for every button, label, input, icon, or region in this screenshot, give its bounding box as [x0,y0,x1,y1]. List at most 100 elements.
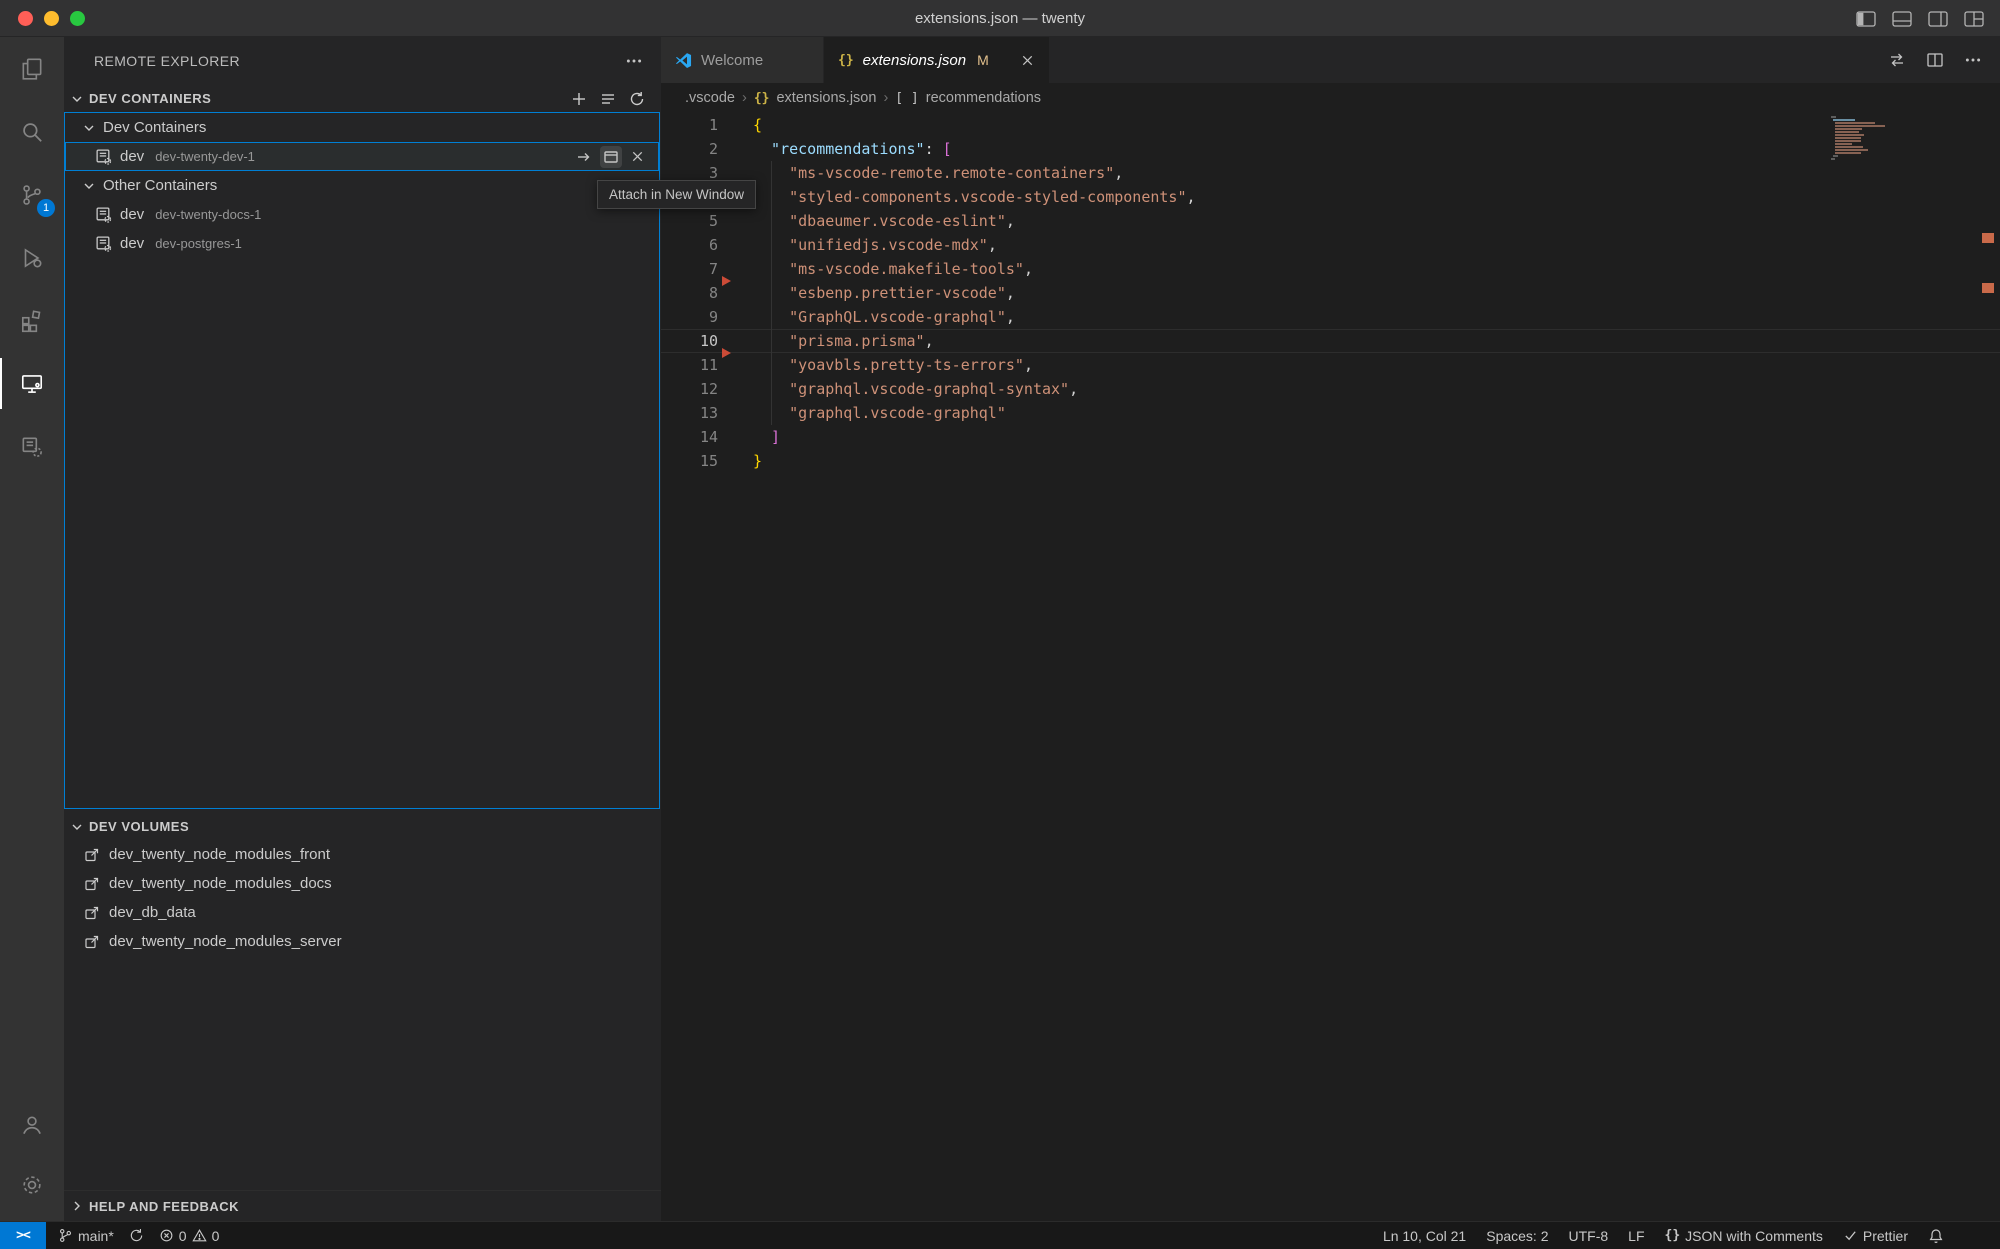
show-details-icon[interactable] [600,91,616,107]
code-line[interactable]: 13 "graphql.vscode-graphql" [661,401,2000,425]
tab-label: Welcome [701,52,763,69]
line-number[interactable]: 5 [661,209,718,233]
line-number[interactable]: 14 [661,425,718,449]
container-name: dev [120,206,144,223]
git-modified-badge: M [977,52,989,68]
line-number[interactable]: 8 [661,281,718,305]
code-line[interactable]: 15} [661,449,2000,473]
extensions-icon[interactable] [0,289,64,352]
container-row-dev-postgres-1[interactable]: dev dev-postgres-1 [65,229,659,258]
vscode-window: extensions.json — twenty 1 [0,0,2000,1249]
tab-welcome[interactable]: Welcome [661,37,824,83]
volume-row[interactable]: dev_db_data [64,898,661,927]
code-line[interactable]: 6 "unifiedjs.vscode-mdx", [661,233,2000,257]
run-debug-icon[interactable] [0,226,64,289]
line-number[interactable]: 13 [661,401,718,425]
new-dev-container-icon[interactable] [571,91,587,107]
tree-group-other-containers[interactable]: Other Containers [65,171,659,200]
toggle-panel-icon[interactable] [1892,11,1912,27]
code-line[interactable]: 9 "GraphQL.vscode-graphql", [661,305,2000,329]
close-tab-icon[interactable] [1020,53,1035,68]
volume-row[interactable]: dev_twenty_node_modules_docs [64,869,661,898]
line-number[interactable]: 1 [661,113,718,137]
line-number[interactable]: 10 [661,329,718,353]
line-number[interactable]: 7 [661,257,718,281]
toggle-secondary-sidebar-icon[interactable] [1928,11,1948,27]
attach-in-new-window-icon[interactable] [600,146,622,168]
tab-bar: Welcome {} extensions.json M [661,37,2000,83]
git-branch-status[interactable]: main* [58,1228,114,1244]
line-number[interactable]: 6 [661,233,718,257]
container-desc: dev-twenty-dev-1 [155,149,255,164]
container-row-dev-twenty-dev-1[interactable]: dev dev-twenty-dev-1 [65,142,659,171]
indentation-status[interactable]: Spaces: 2 [1486,1228,1548,1244]
code-line[interactable]: 7 "ms-vscode.makefile-tools", [661,257,2000,281]
remote-indicator[interactable]: >< [0,1222,46,1249]
volume-icon [84,876,100,892]
close-window-button[interactable] [18,11,33,26]
attach-to-container-icon[interactable] [576,149,592,165]
sync-changes-status[interactable] [129,1228,144,1243]
line-number[interactable]: 2 [661,137,718,161]
encoding-status[interactable]: UTF-8 [1569,1228,1609,1244]
line-number[interactable]: 15 [661,449,718,473]
cursor-position-status[interactable]: Ln 10, Col 21 [1383,1228,1466,1244]
containers-icon[interactable] [0,415,64,478]
code-line[interactable]: 12 "graphql.vscode-graphql-syntax", [661,377,2000,401]
notifications-bell-icon[interactable] [1928,1228,1944,1244]
source-control-icon[interactable]: 1 [0,163,64,226]
tree-group-dev-containers[interactable]: Dev Containers [65,113,659,142]
more-actions-icon[interactable] [1964,51,1982,69]
breadcrumb-folder[interactable]: .vscode [685,90,735,106]
minimap[interactable] [1829,115,1891,163]
code-line[interactable]: 3 "ms-vscode-remote.remote-containers", [661,161,2000,185]
code-editor[interactable]: 1{ 2 "recommendations": [ 3 "ms-vscode-r… [661,113,2000,1221]
volume-row[interactable]: dev_twenty_node_modules_server [64,927,661,956]
formatter-status[interactable]: Prettier [1843,1228,1908,1244]
editor-group: Welcome {} extensions.json M .vscode › {… [661,37,2000,1221]
problems-status[interactable]: 0 0 [159,1228,220,1244]
gutter-marker-icon [722,348,731,358]
breadcrumb-symbol[interactable]: recommendations [926,90,1041,106]
container-row-dev-twenty-docs-1[interactable]: dev dev-twenty-docs-1 [65,200,659,229]
code-line[interactable]: 11 "yoavbls.pretty-ts-errors", [661,353,2000,377]
accounts-icon[interactable] [0,1095,64,1155]
chevron-down-icon [82,121,96,135]
code-line[interactable]: 5 "dbaeumer.vscode-eslint", [661,209,2000,233]
refresh-icon[interactable] [629,91,645,107]
explorer-icon[interactable] [0,37,64,100]
breadcrumb-file[interactable]: extensions.json [776,90,876,106]
section-label: DEV CONTAINERS [89,91,211,106]
line-number[interactable]: 9 [661,305,718,329]
volume-label: dev_twenty_node_modules_docs [109,875,332,892]
line-number[interactable]: 12 [661,377,718,401]
language-mode-status[interactable]: {} JSON with Comments [1665,1228,1823,1244]
settings-gear-icon[interactable] [0,1155,64,1215]
section-dev-containers[interactable]: DEV CONTAINERS [64,85,661,112]
line-number[interactable]: 11 [661,353,718,377]
eol-status[interactable]: LF [1628,1228,1644,1244]
customize-layout-icon[interactable] [1964,11,1984,27]
code-line[interactable]: 8 "esbenp.prettier-vscode", [661,281,2000,305]
code-line[interactable]: 14 ] [661,425,2000,449]
zoom-window-button[interactable] [70,11,85,26]
volume-icon [84,934,100,950]
code-line[interactable]: 2 "recommendations": [ [661,137,2000,161]
code-line[interactable]: 1{ [661,113,2000,137]
section-dev-volumes[interactable]: DEV VOLUMES [64,813,661,840]
volume-row[interactable]: dev_twenty_node_modules_front [64,840,661,869]
tab-extensions-json[interactable]: {} extensions.json M [824,37,1049,83]
section-help-and-feedback[interactable]: HELP AND FEEDBACK [64,1190,661,1221]
toggle-primary-sidebar-icon[interactable] [1856,11,1876,27]
code-line-current[interactable]: 10 "prisma.prisma", [661,329,2000,353]
sidebar-more-actions-icon[interactable] [625,52,643,70]
search-icon[interactable] [0,100,64,163]
open-changes-icon[interactable] [1888,51,1906,69]
remove-container-icon[interactable] [630,149,645,164]
remote-explorer-icon[interactable] [0,352,64,415]
container-desc: dev-twenty-docs-1 [155,207,261,222]
minimize-window-button[interactable] [44,11,59,26]
code-line[interactable]: 4 "styled-components.vscode-styled-compo… [661,185,2000,209]
split-editor-icon[interactable] [1926,51,1944,69]
warning-count: 0 [212,1228,220,1244]
